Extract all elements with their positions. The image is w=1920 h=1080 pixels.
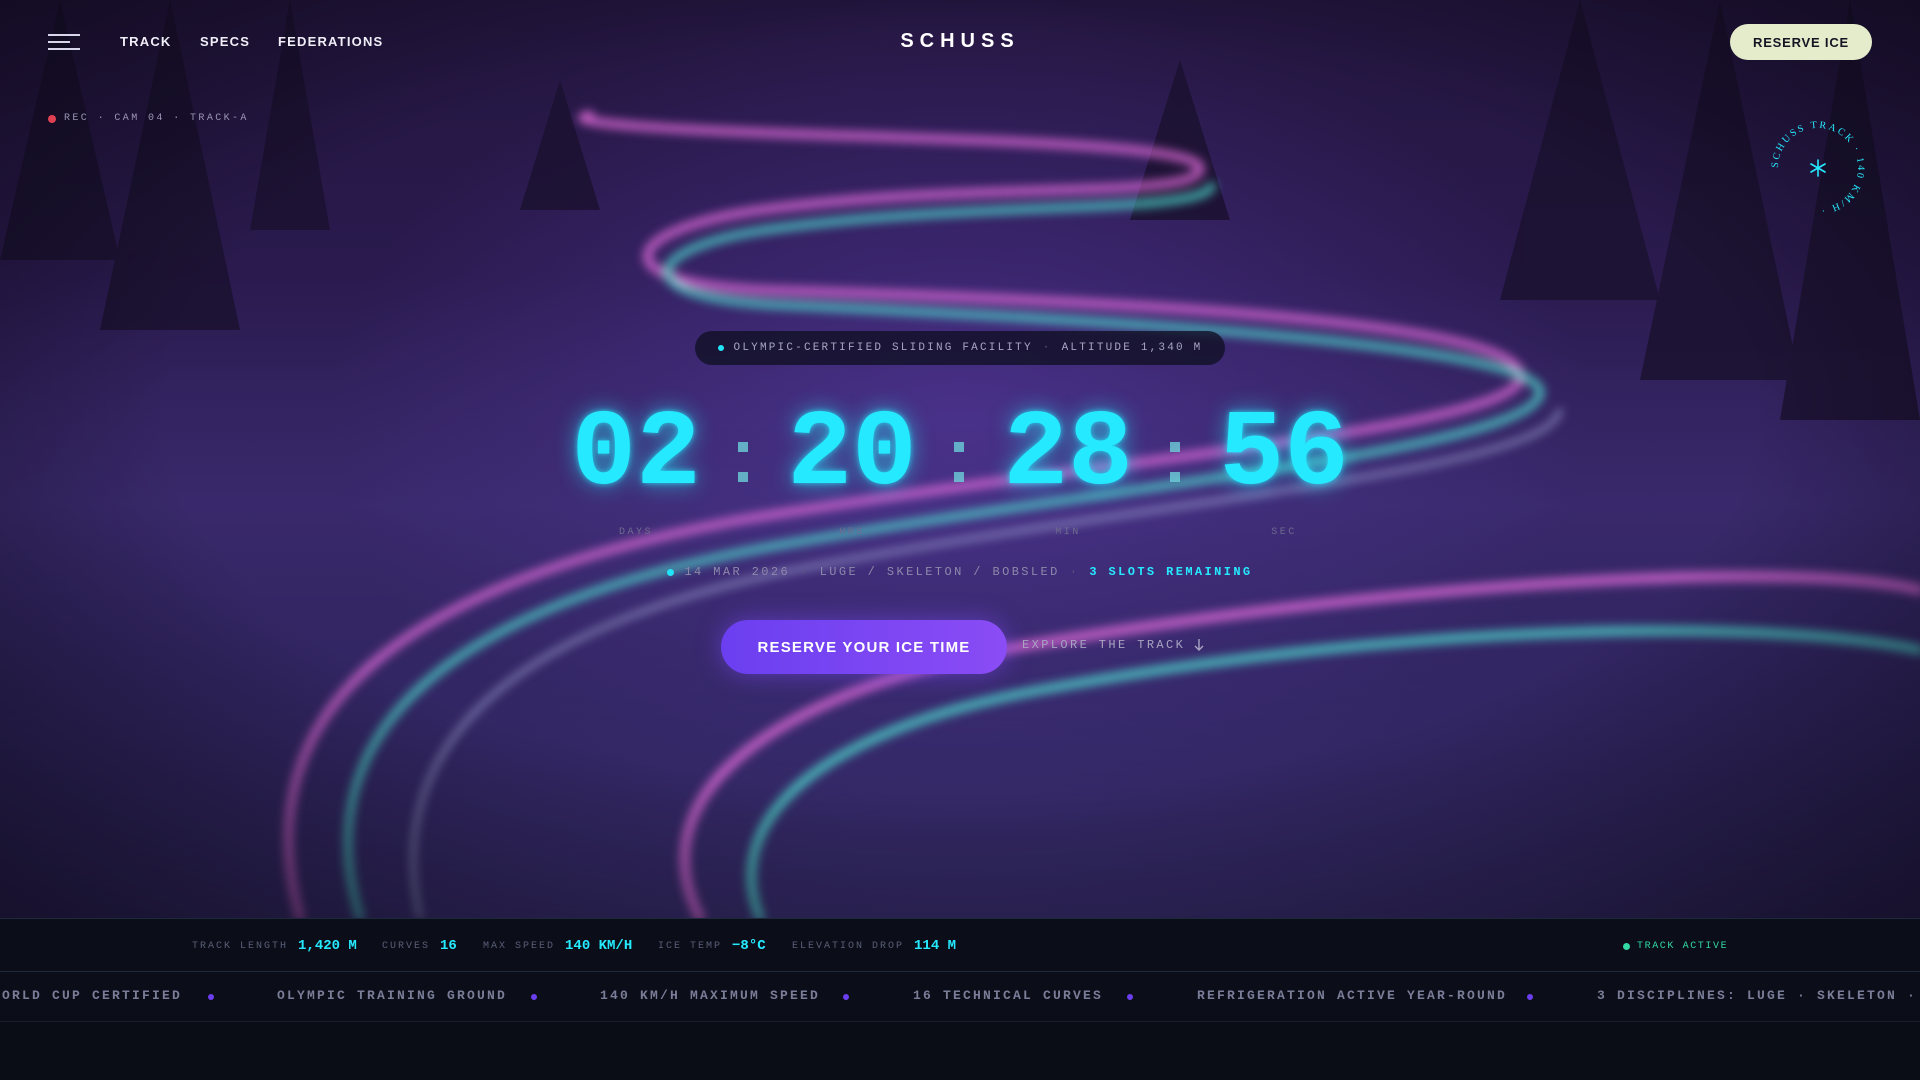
- event-meta: 14 MAR 2026 · LUGE / SKELETON / BOBSLED …: [0, 565, 1920, 579]
- stat-value: 114 M: [914, 938, 957, 954]
- stat-value: 140 KM/H: [565, 938, 633, 954]
- countdown: 02 20 28 56: [0, 400, 1920, 510]
- stat-label: MAX SPEED: [483, 940, 556, 952]
- stat-max-speed: MAX SPEED 140 KM/H: [483, 919, 632, 973]
- explore-track-label: EXPLORE THE TRACK: [1022, 638, 1186, 652]
- stat-elevation-drop: ELEVATION DROP 114 M: [792, 919, 956, 973]
- countdown-colon: [954, 438, 966, 488]
- countdown-label-days: DAYS: [618, 527, 653, 538]
- event-disciplines: LUGE / SKELETON / BOBSLED: [819, 565, 1060, 579]
- ticker-separator-dot: [1127, 994, 1133, 1000]
- hero-section: TRACK SPECS FEDERATIONS SCHUSS RESERVE I…: [0, 0, 1920, 918]
- facility-separator: ·: [1042, 342, 1052, 354]
- countdown-label-hours: HRS: [839, 527, 865, 538]
- track-status-badge: TRACK ACTIVE: [1623, 919, 1728, 973]
- rec-dot-icon: [48, 114, 56, 123]
- brand-logo[interactable]: SCHUSS: [0, 30, 1920, 53]
- countdown-seconds: 56: [1219, 394, 1349, 516]
- reserve-ice-time-button[interactable]: RESERVE YOUR ICE TIME: [721, 620, 1007, 674]
- countdown-colon: [738, 438, 750, 488]
- slots-remaining: 3 SLOTS REMAINING: [1089, 565, 1253, 579]
- stat-value: 16: [440, 938, 457, 954]
- stat-track-length: TRACK LENGTH 1,420 M: [192, 919, 357, 973]
- stat-curves: CURVES 16: [382, 919, 457, 973]
- ticker-separator-dot: [843, 994, 849, 1000]
- rec-label: REC · CAM 04 · TRACK-A: [64, 113, 249, 124]
- stat-label: ICE TEMP: [658, 940, 723, 952]
- explore-track-link[interactable]: EXPLORE THE TRACK: [1022, 638, 1205, 652]
- page-footer: [0, 1022, 1920, 1080]
- facility-label: OLYMPIC-CERTIFIED SLIDING FACILITY: [733, 342, 1033, 354]
- stat-label: ELEVATION DROP: [792, 940, 905, 952]
- speed-badge: SCHUSS TRACK · 140 KM/H ·: [1770, 120, 1864, 216]
- live-dot-icon: [717, 345, 724, 351]
- rec-indicator: REC · CAM 04 · TRACK-A: [48, 113, 249, 124]
- countdown-minutes: 28: [1003, 394, 1133, 516]
- countdown-label-seconds: SEC: [1271, 527, 1297, 538]
- ticker-item: 16 TECHNICAL CURVES: [913, 988, 1104, 1003]
- event-date: 14 MAR 2026: [684, 565, 791, 579]
- ticker-item: ORLD CUP CERTIFIED: [2, 988, 183, 1003]
- event-dot-icon: [667, 568, 675, 576]
- facility-pill: OLYMPIC-CERTIFIED SLIDING FACILITY · ALT…: [695, 331, 1225, 365]
- countdown-hours: 20: [787, 394, 917, 516]
- stat-value: −8°C: [732, 938, 766, 954]
- ticker-item: OLYMPIC TRAINING GROUND: [277, 988, 508, 1003]
- countdown-colon: [1170, 438, 1182, 488]
- stat-label: TRACK LENGTH: [192, 940, 289, 952]
- countdown-label-minutes: MIN: [1055, 527, 1081, 538]
- ticker-item: 140 KM/H MAXIMUM SPEED: [600, 988, 821, 1003]
- event-separator: ·: [800, 565, 810, 579]
- stats-bar: TRACK LENGTH 1,420 M CURVES 16 MAX SPEED…: [0, 918, 1920, 972]
- track-status-label: TRACK ACTIVE: [1637, 940, 1729, 952]
- arrow-down-icon: [1194, 639, 1204, 651]
- stat-value: 1,420 M: [298, 938, 357, 954]
- status-dot-icon: [1623, 942, 1630, 950]
- stat-ice-temp: ICE TEMP −8°C: [658, 919, 766, 973]
- ticker-separator-dot: [1527, 994, 1533, 1000]
- ticker-marquee: ORLD CUP CERTIFIED OLYMPIC TRAINING GROU…: [0, 972, 1920, 1022]
- event-separator: ·: [1069, 565, 1080, 579]
- ticker-separator-dot: [208, 994, 214, 1000]
- top-nav: TRACK SPECS FEDERATIONS SCHUSS RESERVE I…: [0, 0, 1920, 84]
- ticker-item: REFRIGERATION ACTIVE YEAR-ROUND: [1197, 988, 1508, 1003]
- ticker-item: 3 DISCIPLINES: LUGE · SKELETON · B: [1597, 988, 1920, 1003]
- ticker-separator-dot: [531, 994, 537, 1000]
- snowflake-icon: [1810, 159, 1826, 177]
- reserve-ice-button[interactable]: RESERVE ICE: [1730, 24, 1872, 60]
- countdown-days: 02: [571, 394, 701, 516]
- stat-label: CURVES: [382, 940, 431, 952]
- facility-altitude: ALTITUDE 1,340 M: [1061, 342, 1203, 354]
